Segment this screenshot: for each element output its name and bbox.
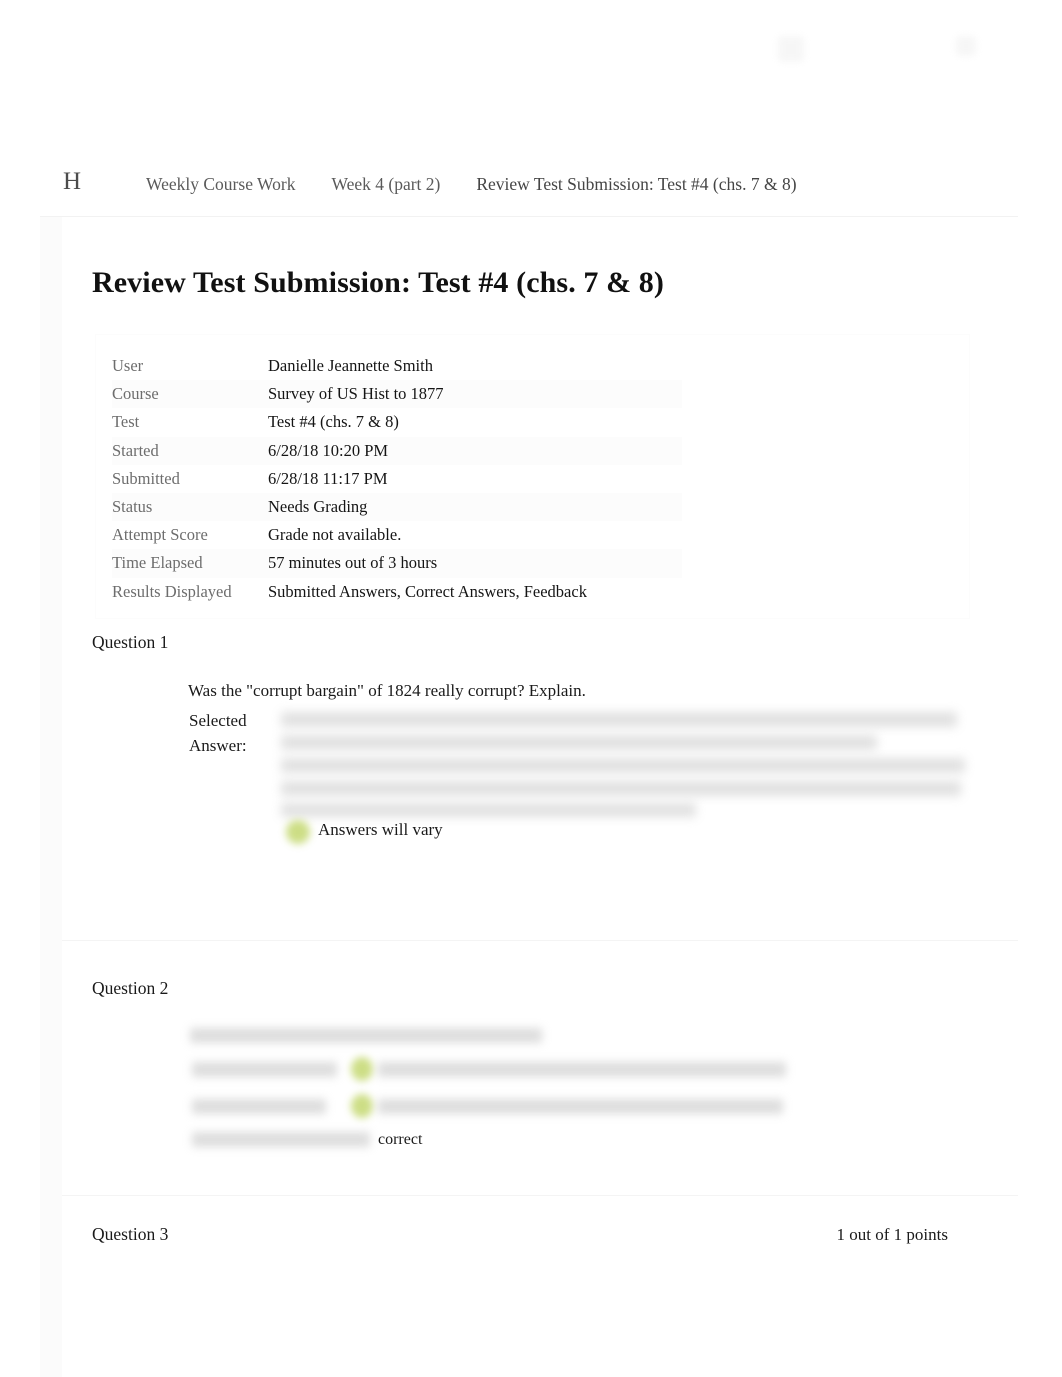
question-1-answer-redacted-line: [281, 758, 965, 773]
question-2-feedback: correct: [378, 1131, 423, 1148]
question-1-answer-redacted-line: [281, 803, 696, 817]
question-2-prompt-redacted: [190, 1028, 542, 1043]
info-value-submitted: 6/28/18 11:17 PM: [268, 468, 388, 488]
question-1-answer-redacted-line: [281, 781, 961, 796]
info-value-status: Needs Grading: [268, 496, 368, 516]
question-2-header: Question 2: [92, 976, 948, 1000]
info-row: Started 6/28/18 10:20 PM: [112, 436, 682, 465]
test-info-table: User Danielle Jeannette Smith Course Sur…: [112, 352, 682, 606]
info-row: Status Needs Grading: [112, 492, 682, 522]
breadcrumb-item-review-test-submission[interactable]: Review Test Submission: Test #4 (chs. 7 …: [476, 173, 796, 195]
question-1-prompt: Was the "corrupt bargain" of 1824 really…: [188, 681, 586, 700]
info-value-user: Danielle Jeannette Smith: [268, 356, 433, 375]
info-label-submitted: Submitted: [112, 468, 180, 488]
info-value-test: Test #4 (chs. 7 & 8): [268, 412, 399, 432]
info-row: User Danielle Jeannette Smith: [112, 352, 682, 380]
info-label-results-displayed: Results Displayed: [112, 581, 232, 601]
question-2-correct-answer-label-redacted: [192, 1099, 326, 1114]
info-row: Results Displayed Submitted Answers, Cor…: [112, 578, 682, 606]
info-label-course: Course: [112, 384, 159, 404]
question-1-answer-redacted-line: [281, 712, 957, 727]
info-row: Time Elapsed 57 minutes out of 3 hours: [112, 549, 682, 578]
question-1-header: Question 1: [92, 630, 948, 654]
breadcrumb: Weekly Course Work Week 4 (part 2) Revie…: [146, 173, 797, 195]
chrome-toolbar-icon-left[interactable]: [778, 36, 804, 62]
info-label-time-elapsed: Time Elapsed: [112, 553, 203, 573]
info-row: Course Survey of US Hist to 1877: [112, 380, 682, 409]
info-label-attempt-score: Attempt Score: [112, 525, 208, 545]
question-2-response-feedback-label-redacted: [192, 1132, 370, 1147]
question-2-correct-answer-redacted: [378, 1099, 783, 1114]
info-value-started: 6/28/18 10:20 PM: [268, 440, 389, 460]
correct-marker-icon: [351, 1094, 373, 1118]
correct-marker-icon: [286, 820, 310, 844]
question-2-selected-answer-label-redacted: [192, 1062, 337, 1077]
info-row: Attempt Score Grade not available.: [112, 521, 682, 549]
content-top-divider: [40, 216, 1018, 217]
question-divider: [62, 1195, 1018, 1196]
info-label-status: Status: [112, 496, 153, 516]
info-row: Test Test #4 (chs. 7 & 8): [112, 408, 682, 436]
question-3-header: Question 3 1 out of 1 points: [92, 1222, 948, 1247]
home-icon[interactable]: H: [63, 168, 82, 196]
info-value-course: Survey of US Hist to 1877: [268, 384, 444, 404]
question-3-title: Question 3: [92, 1224, 169, 1244]
breadcrumb-item-week-4-part-2[interactable]: Week 4 (part 2): [331, 173, 440, 195]
question-2-title: Question 2: [92, 978, 169, 998]
info-value-results-displayed: Submitted Answers, Correct Answers, Feed…: [268, 581, 587, 601]
breadcrumb-item-weekly-course-work[interactable]: Weekly Course Work: [146, 173, 295, 195]
question-1-selected-answer-label: Selected Answer:: [189, 711, 247, 755]
question-1-title: Question 1: [92, 632, 169, 652]
question-1-answer-redacted-line: [281, 735, 877, 750]
info-label-started: Started: [112, 440, 159, 460]
question-2-selected-answer-redacted: [378, 1062, 786, 1077]
page-title: Review Test Submission: Test #4 (chs. 7 …: [92, 266, 664, 300]
info-value-time-elapsed: 57 minutes out of 3 hours: [268, 553, 438, 573]
left-gutter: [40, 216, 62, 1377]
question-divider: [62, 940, 1018, 941]
info-value-attempt-score: Grade not available.: [268, 525, 402, 545]
info-row: Submitted 6/28/18 11:17 PM: [112, 465, 682, 493]
question-1-feedback: Answers will vary: [318, 820, 443, 839]
chrome-toolbar-icon-right[interactable]: [956, 36, 976, 56]
info-label-test: Test: [112, 412, 140, 432]
question-3-points: 1 out of 1 points: [836, 1225, 948, 1244]
correct-marker-icon: [351, 1057, 373, 1081]
browser-chrome: [0, 0, 1062, 140]
info-label-user: User: [112, 356, 144, 375]
